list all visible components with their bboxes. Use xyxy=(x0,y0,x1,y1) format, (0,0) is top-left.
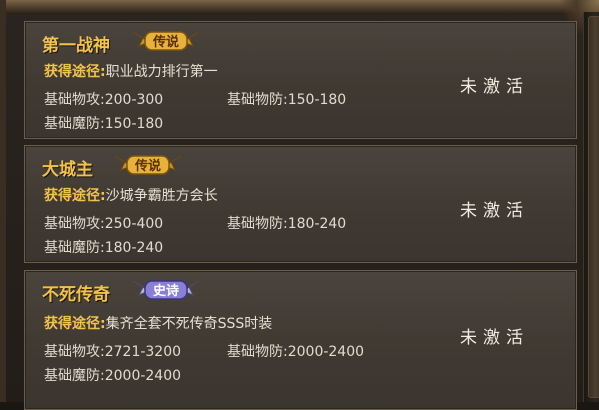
panel-top-border xyxy=(6,0,599,14)
defense-label: 基础物防: xyxy=(227,216,288,232)
activation-status: 未激活 xyxy=(460,201,529,221)
magic-defense-value: 2000-2400 xyxy=(104,368,182,384)
magic-defense-value: 150-180 xyxy=(104,116,164,132)
epic-badge: 史诗 xyxy=(129,275,203,303)
scrollbar-thumb[interactable] xyxy=(588,16,599,398)
magic-defense-value: 180-240 xyxy=(104,240,164,256)
activation-status: 未激活 xyxy=(460,328,529,348)
legendary-badge: 传说 xyxy=(111,150,185,178)
defense-value: 180-240 xyxy=(287,216,347,232)
legendary-badge: 传说 xyxy=(129,26,203,54)
epic-badge-icon: 史诗 xyxy=(132,280,200,300)
defense-label: 基础物防: xyxy=(227,92,288,108)
attack-value: 2721-3200 xyxy=(104,344,182,360)
attack-row: 基础物攻:200-300 xyxy=(44,89,163,109)
source-row: 获得途径:集齐全套不死传奇SSS时装 xyxy=(44,313,272,333)
magic-defense-row: 基础魔防:150-180 xyxy=(44,113,163,133)
defense-label: 基础物防: xyxy=(227,344,288,360)
source-value: 沙城争霸胜方会长 xyxy=(105,188,218,204)
badge-label: 史诗 xyxy=(153,283,179,299)
magic-defense-label: 基础魔防: xyxy=(44,116,105,132)
attack-value: 200-300 xyxy=(104,92,164,108)
defense-row: 基础物防:2000-2400 xyxy=(227,341,364,361)
source-label: 获得途径: xyxy=(44,316,106,332)
defense-value: 150-180 xyxy=(287,92,347,108)
magic-defense-row: 基础魔防:180-240 xyxy=(44,237,163,257)
title-name: 第一战神 xyxy=(42,36,110,56)
defense-value: 2000-2400 xyxy=(287,344,365,360)
defense-row: 基础物防:150-180 xyxy=(227,89,346,109)
attack-value: 250-400 xyxy=(104,216,164,232)
source-value: 职业战力排行第一 xyxy=(105,64,218,80)
title-card-first-war-god[interactable]: 第一战神 传说 获得途径:职业战力排行第一 基础物攻:200-300 基础物防:… xyxy=(24,21,577,139)
title-name: 不死传奇 xyxy=(42,285,110,305)
magic-defense-label: 基础魔防: xyxy=(44,368,105,384)
source-label: 获得途径: xyxy=(44,188,106,204)
legendary-badge-icon: 传说 xyxy=(132,31,200,51)
source-row: 获得途径:职业战力排行第一 xyxy=(44,61,218,81)
attack-label: 基础物攻: xyxy=(44,216,105,232)
source-value: 集齐全套不死传奇SSS时装 xyxy=(105,316,273,332)
badge-label: 传说 xyxy=(152,34,179,50)
magic-defense-row: 基础魔防:2000-2400 xyxy=(44,365,181,385)
attack-row: 基础物攻:2721-3200 xyxy=(44,341,181,361)
title-card-undying-legend[interactable]: 不死传奇 史诗 获得途径:集齐全套不死传奇SSS时装 基础物攻:2721-320… xyxy=(24,270,577,410)
scrollbar[interactable] xyxy=(583,12,599,402)
source-row: 获得途径:沙城争霸胜方会长 xyxy=(44,185,218,205)
activation-status: 未激活 xyxy=(460,77,529,97)
source-label: 获得途径: xyxy=(44,64,106,80)
attack-row: 基础物攻:250-400 xyxy=(44,213,163,233)
defense-row: 基础物防:180-240 xyxy=(227,213,346,233)
title-card-city-lord[interactable]: 大城主 传说 获得途径:沙城争霸胜方会长 基础物攻:250-400 基础物防:1… xyxy=(24,145,577,263)
badge-label: 传说 xyxy=(134,158,161,174)
title-name: 大城主 xyxy=(42,160,93,180)
magic-defense-label: 基础魔防: xyxy=(44,240,105,256)
legendary-badge-icon: 传说 xyxy=(114,155,182,175)
attack-label: 基础物攻: xyxy=(44,344,105,360)
attack-label: 基础物攻: xyxy=(44,92,105,108)
title-list-panel: 第一战神 传说 获得途径:职业战力排行第一 基础物攻:200-300 基础物防:… xyxy=(0,0,599,410)
